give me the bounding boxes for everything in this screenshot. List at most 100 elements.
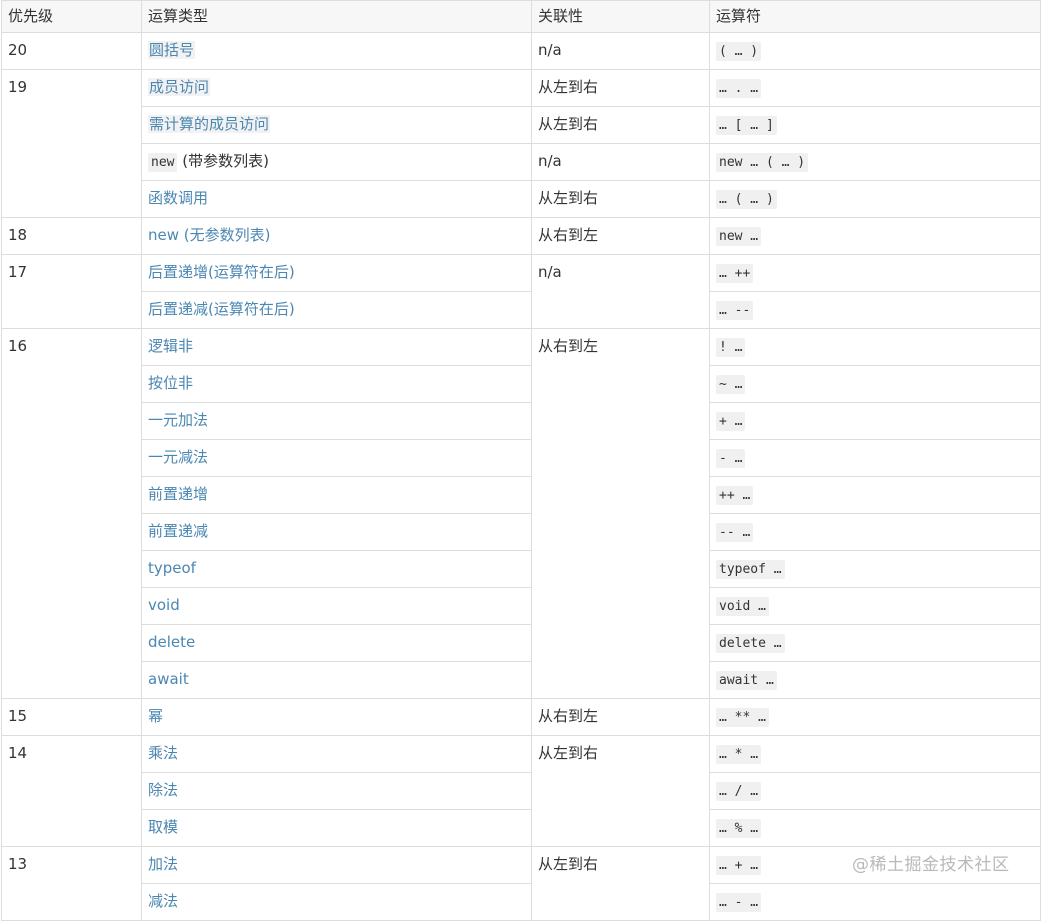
operator-code: … ( … )	[716, 190, 777, 209]
operator-code: ! …	[716, 338, 746, 357]
operation-type-link[interactable]: 幂	[141, 698, 532, 736]
operation-type-cell: new (带参数列表)	[141, 143, 532, 181]
precedence-cell: 16	[1, 328, 142, 699]
operation-type-link[interactable]: typeof	[141, 550, 532, 588]
operator-code: ~ …	[716, 375, 746, 394]
operator-code: typeof …	[716, 560, 785, 579]
operation-type-link[interactable]: 一元加法	[141, 402, 532, 440]
operator-cell: … . …	[709, 69, 1041, 107]
operation-type-link[interactable]: 减法	[141, 883, 532, 921]
precedence-cell: 15	[1, 698, 142, 736]
operator-cell: - …	[709, 439, 1041, 477]
table-row: typeof typeof …	[2, 550, 1041, 588]
operation-type-link[interactable]: 除法	[141, 772, 532, 810]
operation-type-link[interactable]: 按位非	[141, 365, 532, 403]
operator-code: + …	[716, 412, 746, 431]
associativity-cell: 从左到右	[531, 106, 710, 144]
table-row: 除法 … / …	[2, 772, 1041, 810]
operation-type-link[interactable]: 前置递减	[141, 513, 532, 551]
operation-type-link[interactable]: 成员访问	[141, 69, 532, 107]
operator-cell: … ++	[709, 254, 1041, 292]
operator-cell: ++ …	[709, 476, 1041, 514]
operation-type-link[interactable]: 取模	[141, 809, 532, 847]
operator-code: await …	[716, 671, 777, 690]
table-row: 一元加法 + …	[2, 402, 1041, 440]
operator-code: - …	[716, 449, 746, 468]
associativity-cell: 从左到右	[531, 846, 710, 921]
precedence-cell: 18	[1, 217, 142, 255]
table-row: 需计算的成员访问 从左到右 … [ … ]	[2, 106, 1041, 144]
operation-type-label[interactable]: 需计算的成员访问	[148, 115, 271, 133]
operation-type-label[interactable]: 成员访问	[148, 78, 211, 96]
table-row: await await …	[2, 661, 1041, 699]
operator-code: … / …	[716, 782, 762, 801]
table-row: 一元减法 - …	[2, 439, 1041, 477]
table-row: 前置递增 ++ …	[2, 476, 1041, 514]
operator-cell: delete …	[709, 624, 1041, 662]
operator-code: new … ( … )	[716, 153, 809, 172]
operation-type-link[interactable]: new (无参数列表)	[141, 217, 532, 255]
operation-type-link[interactable]: 加法	[141, 846, 532, 884]
operator-code: new …	[716, 227, 762, 246]
operation-type-link[interactable]: await	[141, 661, 532, 699]
associativity-cell: 从右到左	[531, 217, 710, 255]
operation-type-label[interactable]: 圆括号	[148, 41, 196, 59]
operator-cell: await …	[709, 661, 1041, 699]
operation-type-label: (带参数列表)	[177, 152, 269, 170]
operation-type-link[interactable]: 逻辑非	[141, 328, 532, 366]
operator-code: ++ …	[716, 486, 754, 505]
table-row: new (带参数列表) n/a new … ( … )	[2, 143, 1041, 181]
table-row: 后置递减(运算符在后) … --	[2, 291, 1041, 329]
operator-cell: typeof …	[709, 550, 1041, 588]
operation-type-link[interactable]: 一元减法	[141, 439, 532, 477]
operator-code: … % …	[716, 819, 762, 838]
operator-cell: … --	[709, 291, 1041, 329]
operator-code: … . …	[716, 79, 762, 98]
table-row: 前置递减 -- …	[2, 513, 1041, 551]
operator-cell: ! …	[709, 328, 1041, 366]
table-row: 14 乘法 从左到右 … * …	[1, 735, 1041, 847]
operator-code: ( … )	[716, 42, 762, 61]
associativity-cell: 从左到右	[531, 180, 710, 218]
operation-type-link[interactable]: 需计算的成员访问	[141, 106, 532, 144]
operation-type-link[interactable]: 函数调用	[141, 180, 532, 218]
operator-cell: … / …	[709, 772, 1041, 810]
operator-cell: … * …	[709, 735, 1041, 773]
header-operation-type: 运算类型	[141, 0, 532, 33]
table-header-row: 优先级 运算类型 关联性 运算符	[1, 0, 1041, 33]
table-row: 取模 … % …	[2, 809, 1041, 847]
header-precedence: 优先级	[1, 0, 142, 33]
operator-code: … --	[716, 301, 754, 320]
operation-type-link[interactable]: 后置递减(运算符在后)	[141, 291, 532, 329]
operator-code: … ** …	[716, 708, 769, 727]
operation-type-link[interactable]: 圆括号	[141, 32, 532, 70]
precedence-cell: 13	[1, 846, 142, 921]
operator-code: delete …	[716, 634, 785, 653]
operation-type-link[interactable]: 乘法	[141, 735, 532, 773]
operator-cell: … - …	[709, 883, 1041, 921]
watermark-text: @稀土掘金技术社区	[852, 855, 1010, 875]
table-row: 18 new (无参数列表) 从右到左 new …	[1, 217, 1041, 255]
associativity-cell: 从左到右	[531, 69, 710, 107]
header-operator: 运算符	[709, 0, 1041, 33]
operator-cell: … % …	[709, 809, 1041, 847]
table-row: 16 逻辑非 从右到左 ! …	[1, 328, 1041, 699]
operator-cell: … [ … ]	[709, 106, 1041, 144]
table-row: 函数调用 从左到右 … ( … )	[2, 180, 1041, 218]
precedence-cell: 17	[1, 254, 142, 329]
operation-type-link[interactable]: void	[141, 587, 532, 625]
operator-code: … * …	[716, 745, 762, 764]
associativity-cell: n/a	[531, 143, 710, 181]
operator-cell: ~ …	[709, 365, 1041, 403]
operator-cell: new …	[709, 217, 1041, 255]
operator-cell: … ( … )	[709, 180, 1041, 218]
associativity-cell: 从右到左	[531, 328, 710, 699]
table-row: 20 圆括号 n/a ( … )	[1, 32, 1041, 70]
operation-type-link[interactable]: 前置递增	[141, 476, 532, 514]
operation-type-link[interactable]: delete	[141, 624, 532, 662]
table-row: 17 后置递增(运算符在后) n/a … ++	[1, 254, 1041, 329]
table-row: 按位非 ~ …	[2, 365, 1041, 403]
table-row: 19 成员访问 从左到右 … . …	[1, 69, 1041, 218]
header-associativity: 关联性	[531, 0, 710, 33]
operation-type-link[interactable]: 后置递增(运算符在后)	[141, 254, 532, 292]
